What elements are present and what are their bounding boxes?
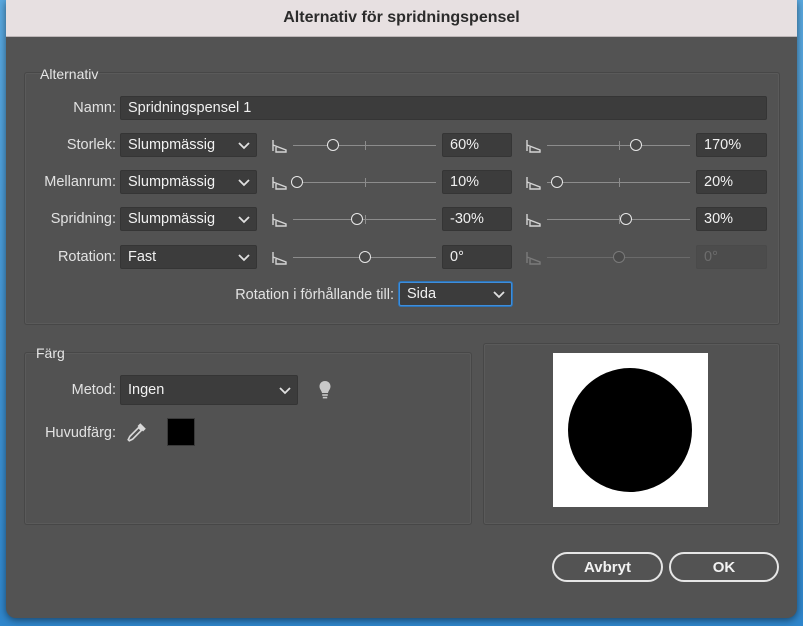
slider-thumb[interactable] (351, 213, 363, 225)
method-label: Metod: (71, 382, 116, 398)
ok-button[interactable]: OK (669, 552, 779, 582)
chevron-down-icon (238, 254, 250, 262)
row-mode-value: Fast (128, 249, 157, 265)
slider-tick (365, 215, 366, 224)
slider-icon (526, 177, 541, 190)
row-max-value[interactable]: 20% (696, 170, 767, 194)
eyedropper-icon[interactable] (126, 421, 148, 443)
chevron-down-icon (238, 179, 250, 187)
row-label: Mellanrum: (44, 174, 116, 190)
row-min-value[interactable]: 10% (442, 170, 512, 194)
chevron-down-icon (238, 142, 250, 150)
slider-icon (272, 214, 287, 227)
row-mode-select[interactable]: Slumpmässig (120, 133, 257, 157)
window-title: Alternativ för spridningspensel (6, 0, 797, 37)
slider-tick (619, 178, 620, 187)
row-max-value[interactable]: 30% (696, 207, 767, 231)
row-mode-select[interactable]: Slumpmässig (120, 170, 257, 194)
slider-tick (619, 141, 620, 150)
method-value: Ingen (128, 382, 165, 398)
slider-icon (526, 252, 541, 265)
row-min-value[interactable]: -30% (442, 207, 512, 231)
slider-tick (365, 178, 366, 187)
row-mode-value: Slumpmässig (128, 211, 216, 227)
row-mode-value: Slumpmässig (128, 137, 216, 153)
color-group-title: Färg (36, 345, 65, 361)
slider-thumb[interactable] (551, 176, 563, 188)
chevron-down-icon (279, 387, 291, 395)
slider-thumb[interactable] (327, 139, 339, 151)
slider-thumb[interactable] (620, 213, 632, 225)
rotation-relative-value: Sida (407, 286, 437, 302)
slider-icon (272, 177, 287, 190)
brush-preview-circle (568, 368, 692, 492)
row-mode-value: Slumpmässig (128, 174, 216, 190)
slider-icon (526, 214, 541, 227)
row-mode-select[interactable]: Fast (120, 245, 257, 269)
row-label: Storlek: (66, 137, 116, 153)
name-field[interactable]: Spridningspensel 1 (120, 96, 767, 120)
options-group-title: Alternativ (40, 66, 99, 82)
cancel-button[interactable]: Avbryt (552, 552, 663, 582)
slider-tick (365, 141, 366, 150)
scatter-brush-options-dialog: Alternativ för spridningspensel Alternat… (6, 0, 797, 618)
slider-thumb[interactable] (613, 251, 625, 263)
key-color-label: Huvudfärg: (45, 425, 116, 441)
row-label: Spridning: (50, 211, 116, 227)
slider-icon (272, 252, 287, 265)
lightbulb-icon[interactable] (318, 380, 332, 400)
slider-thumb[interactable] (359, 251, 371, 263)
slider-thumb[interactable] (630, 139, 642, 151)
name-label: Namn: (73, 100, 116, 116)
row-label: Rotation: (57, 249, 116, 265)
chevron-down-icon (493, 291, 505, 299)
slider-icon (526, 140, 541, 153)
rotation-relative-label: Rotation i förhållande till: (235, 287, 394, 303)
row-mode-select[interactable]: Slumpmässig (120, 207, 257, 231)
key-color-swatch[interactable] (167, 418, 195, 446)
row-min-value[interactable]: 0° (442, 245, 512, 269)
chevron-down-icon (238, 216, 250, 224)
slider-icon (272, 140, 287, 153)
method-select[interactable]: Ingen (120, 375, 298, 405)
rotation-relative-select[interactable]: Sida (399, 282, 512, 306)
row-max-value: 0° (696, 245, 767, 269)
slider-thumb[interactable] (291, 176, 303, 188)
preview-canvas (553, 353, 708, 507)
row-max-value[interactable]: 170% (696, 133, 767, 157)
row-min-value[interactable]: 60% (442, 133, 512, 157)
